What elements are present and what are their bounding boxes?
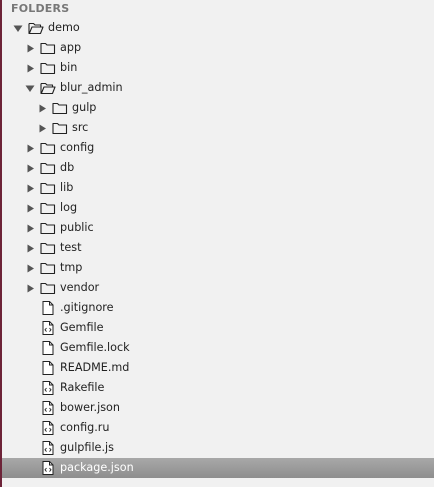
tree-file-config-ru[interactable]: config.ru bbox=[2, 418, 434, 438]
disclosure-right-icon[interactable] bbox=[24, 198, 36, 218]
tree-folder-log[interactable]: log bbox=[2, 198, 434, 218]
tree-item-label: .gitignore bbox=[60, 301, 114, 314]
disclosure-down-icon[interactable] bbox=[12, 18, 24, 38]
folder-icon bbox=[40, 280, 56, 296]
tree-folder-vendor[interactable]: vendor bbox=[2, 278, 434, 298]
file-icon bbox=[40, 340, 56, 356]
tree-item-label: Gemfile bbox=[60, 321, 104, 334]
tree-item-label: Gemfile.lock bbox=[60, 341, 130, 354]
tree-file-bower-json[interactable]: bower.json bbox=[2, 398, 434, 418]
disclosure-right-icon[interactable] bbox=[24, 58, 36, 78]
disclosure-right-icon[interactable] bbox=[36, 118, 48, 138]
code-file-icon bbox=[40, 460, 56, 476]
tree-folder-app[interactable]: app bbox=[2, 38, 434, 58]
tree-folder-tmp[interactable]: tmp bbox=[2, 258, 434, 278]
tree-item-label: demo bbox=[48, 21, 80, 34]
code-file-icon bbox=[40, 420, 56, 436]
disclosure-right-icon[interactable] bbox=[24, 178, 36, 198]
tree-file-gitignore[interactable]: .gitignore bbox=[2, 298, 434, 318]
tree-folder-bin[interactable]: bin bbox=[2, 58, 434, 78]
folders-header: FOLDERS bbox=[11, 2, 70, 15]
disclosure-down-icon[interactable] bbox=[24, 78, 36, 98]
tree-folder-test[interactable]: test bbox=[2, 238, 434, 258]
tree-folder-lib[interactable]: lib bbox=[2, 178, 434, 198]
tree-item-label: blur_admin bbox=[60, 81, 123, 94]
folder-icon bbox=[40, 140, 56, 156]
code-file-icon bbox=[40, 440, 56, 456]
file-tree: demo app bin blur_admingulp src config db lib lo… bbox=[2, 18, 434, 478]
tree-item-label: bin bbox=[60, 61, 78, 74]
disclosure-right-icon[interactable] bbox=[24, 218, 36, 238]
tree-item-label: lib bbox=[60, 181, 74, 194]
tree-item-label: config bbox=[60, 141, 95, 154]
tree-item-label: vendor bbox=[60, 281, 100, 294]
folder-icon bbox=[40, 180, 56, 196]
tree-item-label: package.json bbox=[60, 461, 134, 474]
disclosure-right-icon[interactable] bbox=[24, 138, 36, 158]
tree-file-gulpfile-js[interactable]: gulpfile.js bbox=[2, 438, 434, 458]
tree-file-gemfile-lock[interactable]: Gemfile.lock bbox=[2, 338, 434, 358]
tree-item-label: gulp bbox=[72, 101, 97, 114]
folder-open-icon bbox=[28, 20, 44, 36]
tree-file-package-json[interactable]: package.json bbox=[2, 458, 434, 478]
folder-open-icon bbox=[40, 80, 56, 96]
tree-item-label: Rakefile bbox=[60, 381, 105, 394]
tree-item-label: tmp bbox=[60, 261, 83, 274]
tree-folder-db[interactable]: db bbox=[2, 158, 434, 178]
folder-icon bbox=[40, 240, 56, 256]
folder-icon bbox=[40, 60, 56, 76]
tree-item-label: app bbox=[60, 41, 82, 54]
disclosure-right-icon[interactable] bbox=[24, 278, 36, 298]
folder-icon bbox=[40, 40, 56, 56]
disclosure-right-icon[interactable] bbox=[24, 38, 36, 58]
folder-icon bbox=[40, 200, 56, 216]
tree-folder-gulp[interactable]: gulp bbox=[2, 98, 434, 118]
folder-icon bbox=[52, 100, 68, 116]
tree-file-readme-md[interactable]: README.md bbox=[2, 358, 434, 378]
tree-item-label: bower.json bbox=[60, 401, 120, 414]
code-file-icon bbox=[40, 380, 56, 396]
tree-file-rakefile[interactable]: Rakefile bbox=[2, 378, 434, 398]
disclosure-right-icon[interactable] bbox=[36, 98, 48, 118]
tree-folder-public[interactable]: public bbox=[2, 218, 434, 238]
file-icon bbox=[40, 300, 56, 316]
tree-folder-demo[interactable]: demo bbox=[2, 18, 434, 38]
disclosure-right-icon[interactable] bbox=[24, 158, 36, 178]
sidebar-panel: FOLDERS demo app bin blur_admingulp src confi… bbox=[2, 0, 434, 487]
code-file-icon bbox=[40, 320, 56, 336]
file-icon bbox=[40, 360, 56, 376]
folder-icon bbox=[40, 260, 56, 276]
code-file-icon bbox=[40, 400, 56, 416]
tree-item-label: src bbox=[72, 121, 89, 134]
tree-folder-config[interactable]: config bbox=[2, 138, 434, 158]
tree-folder-src[interactable]: src bbox=[2, 118, 434, 138]
disclosure-right-icon[interactable] bbox=[24, 258, 36, 278]
tree-item-label: test bbox=[60, 241, 82, 254]
tree-item-label: gulpfile.js bbox=[60, 441, 114, 454]
tree-item-label: db bbox=[60, 161, 75, 174]
disclosure-right-icon[interactable] bbox=[24, 238, 36, 258]
folder-icon bbox=[40, 220, 56, 236]
tree-item-label: config.ru bbox=[60, 421, 110, 434]
folder-icon bbox=[52, 120, 68, 136]
tree-file-gemfile[interactable]: Gemfile bbox=[2, 318, 434, 338]
tree-item-label: log bbox=[60, 201, 78, 214]
tree-item-label: README.md bbox=[60, 361, 130, 374]
tree-folder-blur-admin[interactable]: blur_admin bbox=[2, 78, 434, 98]
folder-icon bbox=[40, 160, 56, 176]
tree-item-label: public bbox=[60, 221, 94, 234]
